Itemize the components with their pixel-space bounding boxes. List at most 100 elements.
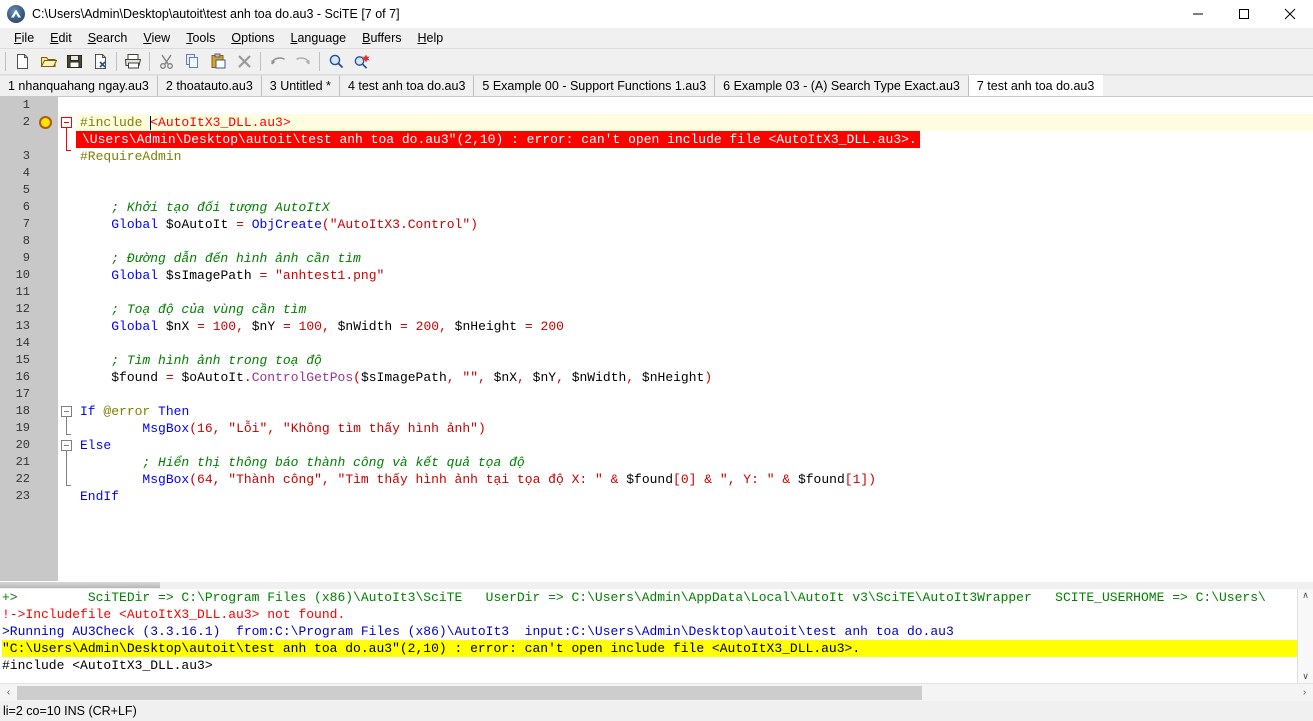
menu-buffers[interactable]: Buffers — [354, 30, 409, 46]
error-annotation-text: \Users\Admin\Desktop\autoit\test anh toa… — [76, 131, 920, 148]
new-file-icon[interactable] — [9, 50, 35, 74]
line-number: 15 — [15, 353, 30, 367]
line-number: 6 — [22, 200, 30, 214]
menu-file[interactable]: File — [6, 30, 42, 46]
cut-icon[interactable] — [153, 50, 179, 74]
status-position-text: li=2 co=10 INS (CR+LF) — [3, 704, 137, 718]
line-number: 7 — [22, 217, 30, 231]
maximize-button[interactable] — [1221, 0, 1267, 28]
scroll-up-icon[interactable]: ∧ — [1302, 591, 1309, 600]
line-number: 1 — [22, 98, 30, 112]
menu-tools[interactable]: Tools — [178, 30, 223, 46]
toolbar — [0, 49, 1313, 75]
fold-collapse-icon-line20[interactable] — [61, 440, 72, 451]
hscroll-track[interactable] — [17, 684, 1296, 701]
code-editor[interactable]: 1 2 3 4 5 6 7 8 9 10 11 12 13 14 15 16 1… — [0, 97, 1313, 581]
code-line-6[interactable]: ; Khởi tạo đối tượng AutoItX — [76, 199, 1313, 216]
code-line-9[interactable]: ; Đường dẫn đến hình ảnh cần tìm — [76, 250, 1313, 267]
line-number: 23 — [15, 489, 30, 503]
scroll-left-icon[interactable]: ‹ — [0, 684, 17, 701]
fold-connector — [66, 128, 67, 150]
code-line-12[interactable]: ; Toạ độ của vùng cần tìm — [76, 301, 1313, 318]
code-line-11[interactable] — [76, 284, 1313, 301]
output-splitter[interactable] — [0, 581, 1313, 589]
code-line-7[interactable]: Global $oAutoIt = ObjCreate("AutoItX3.Co… — [76, 216, 1313, 233]
line-number: 22 — [15, 472, 30, 486]
hscroll-thumb[interactable] — [17, 685, 922, 700]
output-line-error[interactable]: "C:\Users\Admin\Desktop\autoit\test anh … — [2, 640, 1297, 657]
tab-6[interactable]: 6 Example 03 - (A) Search Type Exact.au3 — [715, 75, 969, 96]
print-icon[interactable] — [120, 50, 146, 74]
code-text-area[interactable]: #include <AutoItX3_DLL.au3> \Users\Admin… — [76, 97, 1313, 581]
tab-3[interactable]: 3 Untitled * — [261, 75, 340, 96]
tab-1[interactable]: 1 nhanquahang ngay.au3 — [0, 75, 158, 96]
tab-4[interactable]: 4 test anh toa do.au3 — [339, 75, 475, 96]
output-pane[interactable]: +> SciTEDir => C:\Program Files (x86)\Au… — [0, 589, 1313, 683]
horizontal-scrollbar[interactable]: ‹ › — [0, 683, 1313, 701]
menu-edit[interactable]: Edit — [42, 30, 80, 46]
minimize-button[interactable] — [1175, 0, 1221, 28]
code-line-1[interactable] — [76, 97, 1313, 114]
fold-connector — [66, 417, 67, 434]
annotation-spacer — [0, 131, 36, 148]
output-lines[interactable]: +> SciTEDir => C:\Program Files (x86)\Au… — [0, 589, 1297, 683]
error-annotation-row: \Users\Admin\Desktop\autoit\test anh toa… — [76, 131, 1313, 148]
code-line-5[interactable] — [76, 182, 1313, 199]
fold-end-marker — [66, 485, 71, 486]
menu-bar: File Edit Search View Tools Options Lang… — [0, 28, 1313, 49]
close-button[interactable] — [1267, 0, 1313, 28]
redo-icon[interactable] — [290, 50, 316, 74]
code-line-16[interactable]: $found = $oAutoIt.ControlGetPos($sImageP… — [76, 369, 1313, 386]
open-file-icon[interactable] — [35, 50, 61, 74]
code-line-18[interactable]: If @error Then — [76, 403, 1313, 420]
bookmark-icon[interactable] — [39, 116, 52, 129]
tab-7-active[interactable]: 7 test anh toa do.au3 — [968, 75, 1104, 96]
undo-icon[interactable] — [264, 50, 290, 74]
code-line-17[interactable] — [76, 386, 1313, 403]
paste-icon[interactable] — [205, 50, 231, 74]
code-line-22[interactable]: MsgBox(64, "Thành công", "Tìm thấy hình … — [76, 471, 1313, 488]
bookmark-margin[interactable] — [36, 97, 58, 581]
fold-margin[interactable] — [58, 97, 76, 581]
scroll-right-icon[interactable]: › — [1296, 684, 1313, 701]
copy-icon[interactable] — [179, 50, 205, 74]
code-line-21[interactable]: ; Hiển thị thông báo thành công và kết q… — [76, 454, 1313, 471]
output-line-include-echo: #include <AutoItX3_DLL.au3> — [2, 658, 213, 673]
code-line-23[interactable]: EndIf — [76, 488, 1313, 505]
delete-icon[interactable] — [231, 50, 257, 74]
code-line-3[interactable]: #RequireAdmin — [76, 148, 1313, 165]
tab-5[interactable]: 5 Example 00 - Support Functions 1.au3 — [474, 75, 716, 96]
code-line-20[interactable]: Else — [76, 437, 1313, 454]
menu-options[interactable]: Options — [223, 30, 282, 46]
line-number: 18 — [15, 404, 30, 418]
output-vertical-scrollbar[interactable]: ∧ ∨ — [1297, 589, 1313, 683]
code-line-4[interactable] — [76, 165, 1313, 182]
menu-language[interactable]: Language — [283, 30, 355, 46]
menu-view[interactable]: View — [135, 30, 178, 46]
splitter-grip[interactable] — [0, 582, 160, 588]
replace-icon[interactable] — [349, 50, 375, 74]
fold-collapse-icon-line2[interactable] — [61, 117, 72, 128]
line-number: 16 — [15, 370, 30, 384]
menu-help[interactable]: Help — [410, 30, 452, 46]
window-title: C:\Users\Admin\Desktop\autoit\test anh t… — [32, 6, 400, 21]
find-icon[interactable] — [323, 50, 349, 74]
line-number: 10 — [15, 268, 30, 282]
fold-collapse-icon-line18[interactable] — [61, 406, 72, 417]
save-file-icon[interactable] — [61, 50, 87, 74]
line-number: 19 — [15, 421, 30, 435]
tab-2[interactable]: 2 thoatauto.au3 — [157, 75, 262, 96]
fold-end-marker — [66, 434, 71, 435]
close-file-icon[interactable] — [87, 50, 113, 74]
code-line-8[interactable] — [76, 233, 1313, 250]
code-line-10[interactable]: Global $sImagePath = "anhtest1.png" — [76, 267, 1313, 284]
scroll-down-icon[interactable]: ∨ — [1302, 672, 1309, 681]
code-line-19[interactable]: MsgBox(16, "Lỗi", "Không tìm thấy hình ả… — [76, 420, 1313, 437]
toolbar-separator — [116, 52, 117, 71]
code-line-15[interactable]: ; Tìm hình ảnh trong toạ độ — [76, 352, 1313, 369]
code-line-2[interactable]: #include <AutoItX3_DLL.au3> — [76, 114, 1313, 131]
toolbar-separator — [319, 52, 320, 71]
menu-search[interactable]: Search — [80, 30, 136, 46]
code-line-13[interactable]: Global $nX = 100, $nY = 100, $nWidth = 2… — [76, 318, 1313, 335]
code-line-14[interactable] — [76, 335, 1313, 352]
